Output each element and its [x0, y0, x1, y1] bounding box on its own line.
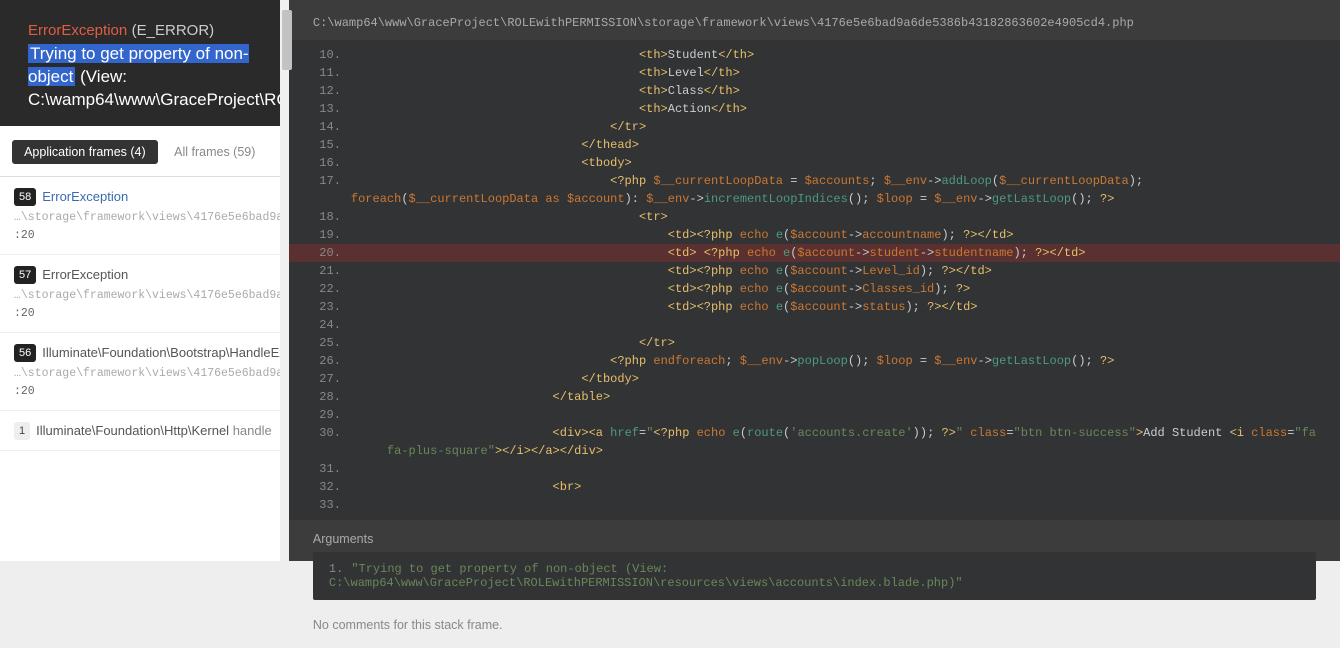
left-scrollbar[interactable]	[280, 0, 289, 561]
code-line: 32. <br>	[289, 478, 1340, 496]
code-line: 22. <td><?php echo e($account->Classes_i…	[289, 280, 1340, 298]
code-line: 15. </thead>	[289, 136, 1340, 154]
stack-frame-item[interactable]: 56 Illuminate\Foundation\Bootstrap\Handle…	[0, 333, 280, 411]
code-line: 10. <th>Student</th>	[289, 46, 1340, 64]
code-line: fa-plus-square"></i></a></div>	[289, 442, 1340, 460]
frame-path: …\storage\framework\views\4176e5e6bad9a6…	[14, 365, 266, 382]
frame-tabs: Application frames (4) All frames (59)	[0, 126, 280, 177]
frame-title: Illuminate\Foundation\Bootstrap\HandleEx…	[42, 345, 279, 360]
code-line: 13. <th>Action</th>	[289, 100, 1340, 118]
code-line: 27. </tbody>	[289, 370, 1340, 388]
frame-title: ErrorException	[42, 189, 128, 204]
frame-line: :20	[14, 227, 266, 244]
stack-frame-item[interactable]: 1 Illuminate\Foundation\Http\Kernel handl…	[0, 411, 280, 452]
tab-all-frames[interactable]: All frames (59)	[162, 140, 267, 164]
no-comments: No comments for this stack frame.	[289, 612, 1340, 648]
code-line: 26. <?php endforeach; $__env->popLoop();…	[289, 352, 1340, 370]
frame-title: ErrorException	[42, 267, 128, 282]
code-view: 10. <th>Student</th>11. <th>Level</th>12…	[289, 40, 1340, 520]
code-line: 14. </tr>	[289, 118, 1340, 136]
exception-code: (E_ERROR)	[132, 22, 215, 39]
code-line: 18. <tr>	[289, 208, 1340, 226]
frame-line: :20	[14, 305, 266, 322]
frame-line: :20	[14, 383, 266, 400]
code-line: 12. <th>Class</th>	[289, 82, 1340, 100]
code-line: 16. <tbody>	[289, 154, 1340, 172]
code-line: 19. <td><?php echo e($account->accountna…	[289, 226, 1340, 244]
code-line: 33.	[289, 496, 1340, 514]
tab-application-frames[interactable]: Application frames (4)	[12, 140, 158, 164]
arguments-heading: Arguments	[289, 520, 1340, 552]
code-line: 11. <th>Level</th>	[289, 64, 1340, 82]
code-line: 29.	[289, 406, 1340, 424]
left-panel: ErrorException (E_ERROR) Trying to get p…	[0, 0, 280, 561]
stack-frame-item[interactable]: 58 ErrorException …\storage\framework\view…	[0, 177, 280, 255]
arguments-box: 1."Trying to get property of non-object …	[313, 552, 1316, 600]
right-panel: C:\wamp64\www\GraceProject\ROLEwithPERMI…	[289, 0, 1340, 561]
exception-message: Trying to get property of non-object (Vi…	[28, 43, 252, 112]
code-line: 23. <td><?php echo e($account->status); …	[289, 298, 1340, 316]
frame-path: …\storage\framework\views\4176e5e6bad9a6…	[14, 287, 266, 304]
exception-type: ErrorException	[28, 22, 127, 39]
file-path: C:\wamp64\www\GraceProject\ROLEwithPERMI…	[289, 0, 1340, 40]
code-line: 31.	[289, 460, 1340, 478]
code-line: 17. <?php $__currentLoopData = $accounts…	[289, 172, 1340, 190]
frame-path: …\storage\framework\views\4176e5e6bad9a6…	[14, 209, 266, 226]
stack-frames: 58 ErrorException …\storage\framework\view…	[0, 177, 280, 452]
code-line: 24.	[289, 316, 1340, 334]
error-header: ErrorException (E_ERROR) Trying to get p…	[0, 0, 280, 126]
code-line: foreach($__currentLoopData as $account):…	[289, 190, 1340, 208]
code-line: 21. <td><?php echo e($account->Level_id)…	[289, 262, 1340, 280]
stack-frame-item[interactable]: 57 ErrorException …\storage\framework\view…	[0, 255, 280, 333]
frame-badge: 57	[14, 266, 36, 285]
frame-title: Illuminate\Foundation\Http\Kernel handle	[36, 423, 272, 438]
frame-badge: 58	[14, 188, 36, 207]
frame-badge: 56	[14, 344, 36, 363]
code-line: 20. <td> <?php echo e($account->student-…	[289, 244, 1340, 262]
frame-badge: 1	[14, 422, 30, 441]
code-line: 30. <div><a href="<?php echo e(route('ac…	[289, 424, 1340, 442]
code-line: 28. </table>	[289, 388, 1340, 406]
code-line: 25. </tr>	[289, 334, 1340, 352]
